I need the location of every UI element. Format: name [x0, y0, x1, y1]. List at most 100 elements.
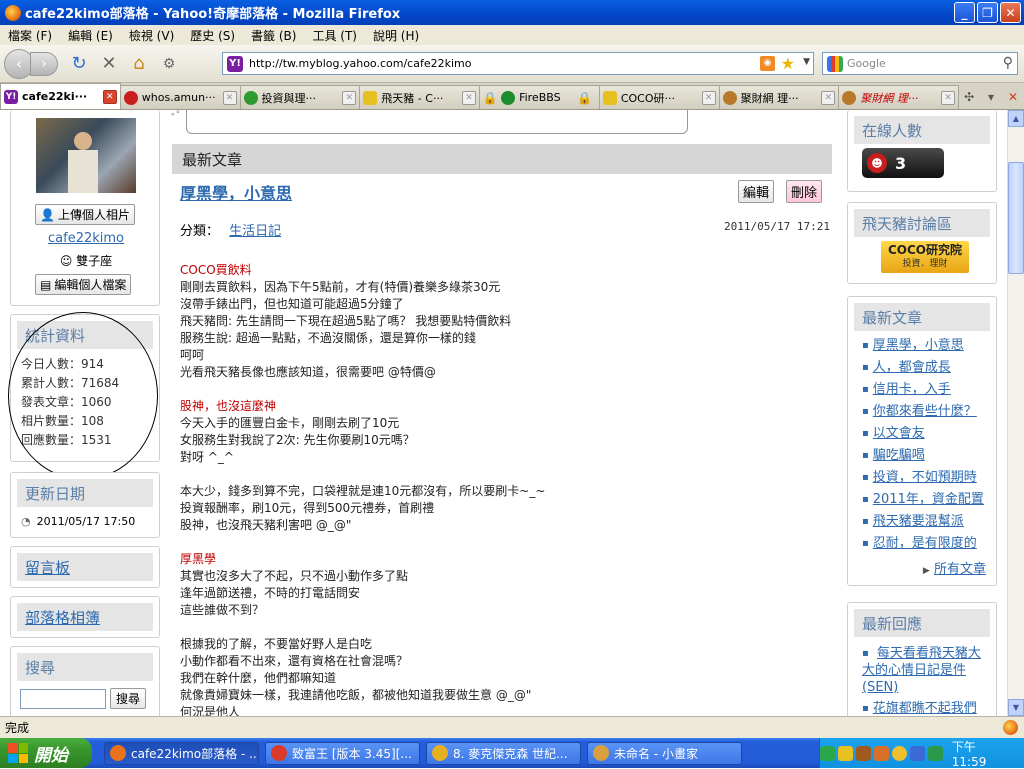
forward-button[interactable]: ›	[30, 51, 58, 76]
menu-bar: 檔案 (F) 編輯 (E) 檢視 (V) 歷史 (S) 書籤 (B) 工具 (T…	[0, 25, 1024, 45]
list-item[interactable]: 以文會友	[862, 423, 996, 445]
url-bar[interactable]: Y! http://tw.myblog.yahoo.com/cafe22kimo…	[222, 52, 814, 75]
list-item[interactable]: 忍耐，是有限度的	[862, 533, 996, 555]
blog-search-button[interactable]: 搜尋	[110, 688, 147, 709]
post-line	[180, 534, 820, 551]
list-item[interactable]: 每天看看飛天豬大大的心情日記是件 (SEN)	[862, 641, 996, 696]
list-item[interactable]: 2011年，資金配置	[862, 489, 996, 511]
list-item[interactable]: 騙吃騙喝	[862, 445, 996, 467]
tab-list-icon[interactable]: ▾	[980, 85, 1002, 109]
tab-close-icon[interactable]: ✕	[222, 90, 237, 105]
app-icon	[271, 745, 287, 761]
post-title-link[interactable]: 厚黑學，小意思	[180, 180, 292, 204]
tab-close-icon[interactable]: ✕	[342, 90, 357, 105]
all-posts-link[interactable]: ▶ 所有文章	[923, 558, 986, 577]
coco-logo[interactable]: COCO研究院 投資．理財	[881, 241, 969, 273]
lock-icon: 🔒	[577, 90, 593, 105]
task-fortune[interactable]: 致富王 [版本 3.45][...	[265, 741, 420, 765]
avatar[interactable]	[36, 118, 136, 193]
post-line: 投資報酬率，刷10元，得到500元禮券，首刷禮	[180, 501, 435, 515]
search-icon[interactable]: ⚲	[1003, 55, 1013, 71]
tray-app-icon[interactable]	[873, 745, 889, 761]
tab-flying-pig[interactable]: 飛天豬 - C··· ✕	[359, 85, 481, 109]
stop-icon[interactable]: ✕	[96, 51, 122, 77]
menu-bookmarks[interactable]: 書籤 (B)	[243, 27, 304, 44]
tray-smiley-icon[interactable]	[891, 745, 907, 761]
url-dropdown-icon[interactable]: ▼	[803, 57, 810, 67]
tray-volume-icon[interactable]	[909, 745, 925, 761]
tray-shield-icon[interactable]	[837, 745, 853, 761]
new-tab-icon[interactable]: ✣	[958, 85, 980, 109]
firefox-icon	[5, 4, 21, 21]
tab-whos-amung[interactable]: whos.amun··· ✕	[119, 85, 241, 109]
list-item[interactable]: 你都來看些什麼？	[862, 401, 996, 423]
username-link[interactable]: cafe22kimo	[11, 231, 161, 246]
scroll-down-icon[interactable]: ▼	[1008, 699, 1024, 716]
rss-icon[interactable]: ◉	[760, 56, 775, 71]
tab-cmoney-2[interactable]: 聚財網 理··· ✕	[838, 85, 960, 109]
recent-replies-list: 每天看看飛天豬大大的心情日記是件 (SEN) 花旗都瞧不起我們	[848, 641, 996, 716]
post-line: 對呀 ^_^	[180, 450, 234, 464]
tab-close-icon[interactable]: ✕	[941, 90, 956, 105]
post-line: 就像貴婦寶妹一樣，我連請他吃飯，都被他知道我要做生意 @_@"	[180, 688, 532, 702]
tray-green-icon[interactable]	[927, 745, 943, 761]
blog-search-input[interactable]	[20, 689, 106, 709]
menu-tools[interactable]: 工具 (T)	[304, 27, 365, 44]
start-button[interactable]: 開始	[0, 738, 92, 768]
search-bar[interactable]: Google ⚲	[822, 52, 1018, 75]
home-icon[interactable]: ⌂	[126, 51, 152, 77]
tab-cafe22kimo[interactable]: Y! cafe22ki··· ✕	[0, 83, 121, 109]
tab-favicon-icon	[722, 90, 737, 105]
guestbook-box: 留言板	[10, 546, 160, 588]
menu-view[interactable]: 檢視 (V)	[121, 27, 182, 44]
close-window-button[interactable]: ✕	[1000, 2, 1021, 23]
category-link[interactable]: 生活日記	[229, 224, 281, 239]
bookmark-star-icon[interactable]: ★	[781, 54, 795, 73]
upload-photo-button[interactable]: 👤 上傳個人相片	[35, 204, 135, 225]
post-box-bottom	[186, 110, 688, 134]
page-content: 👤 上傳個人相片 cafe22kimo ☺ 雙子座 ▤ 編輯個人檔案 統計資料 …	[0, 110, 1007, 716]
task-music[interactable]: 8. 麥克傑克森 世紀...	[426, 741, 581, 765]
tray-network-icon[interactable]	[819, 745, 835, 761]
edit-post-button[interactable]: 編輯	[738, 180, 775, 203]
scrollbar-thumb[interactable]	[1008, 162, 1024, 274]
tray-app-icon[interactable]	[855, 745, 871, 761]
vertical-scrollbar[interactable]: ▲ ▼	[1007, 110, 1024, 716]
search-placeholder: Google	[847, 57, 886, 70]
menu-edit[interactable]: 編輯 (E)	[60, 27, 121, 44]
minimize-button[interactable]: _	[954, 2, 975, 23]
scroll-up-icon[interactable]: ▲	[1008, 110, 1024, 127]
tab-close-icon[interactable]: ✕	[701, 90, 716, 105]
forum-box: 飛天豬討論區 COCO研究院 投資．理財	[847, 202, 997, 284]
maximize-button[interactable]: ❐	[977, 2, 998, 23]
list-item[interactable]: 信用卡，入手	[862, 379, 996, 401]
post-line: 服務生說: 超過一點點，不過沒關係，還是算你一樣的錢	[180, 331, 476, 345]
list-item[interactable]: 厚黑學，小意思	[862, 335, 996, 357]
list-item[interactable]: 花旗都瞧不起我們	[862, 696, 996, 716]
updated-box: 更新日期 ◔ 2011/05/17 17:50	[10, 472, 160, 538]
tab-close-icon[interactable]: ✕	[462, 90, 477, 105]
close-tab-icon[interactable]: ✕	[1002, 85, 1024, 109]
tab-firebbs[interactable]: 🔒 FireBBS 🔒	[479, 85, 600, 109]
addon-icon[interactable]: ⚙	[156, 51, 182, 77]
album-link[interactable]: 部落格相簿	[17, 603, 153, 631]
tab-investment[interactable]: 投資與理··· ✕	[239, 85, 361, 109]
edit-profile-button[interactable]: ▤ 編輯個人檔案	[35, 274, 132, 295]
tab-close-icon[interactable]: ✕	[102, 89, 117, 104]
tab-cmoney-1[interactable]: 聚財網 理··· ✕	[718, 85, 840, 109]
delete-post-button[interactable]: 刪除	[786, 180, 823, 203]
tab-favicon-icon	[602, 90, 617, 105]
guestbook-link[interactable]: 留言板	[17, 553, 153, 581]
menu-history[interactable]: 歷史 (S)	[182, 27, 243, 44]
list-item[interactable]: 投資，不如預期時	[862, 467, 996, 489]
menu-file[interactable]: 檔案 (F)	[0, 27, 60, 44]
post-category: 分類： 生活日記	[180, 220, 281, 239]
tab-close-icon[interactable]: ✕	[821, 90, 836, 105]
task-firefox[interactable]: cafe22kimo部落格 - ...	[104, 741, 259, 765]
tab-coco[interactable]: COCO研··· ✕	[598, 85, 720, 109]
reload-icon[interactable]: ↻	[66, 51, 92, 77]
list-item[interactable]: 飛天豬要混幫派	[862, 511, 996, 533]
menu-help[interactable]: 說明 (H)	[365, 27, 427, 44]
list-item[interactable]: 人，都會成長	[862, 357, 996, 379]
task-paint[interactable]: 未命名 - 小畫家	[587, 741, 742, 765]
